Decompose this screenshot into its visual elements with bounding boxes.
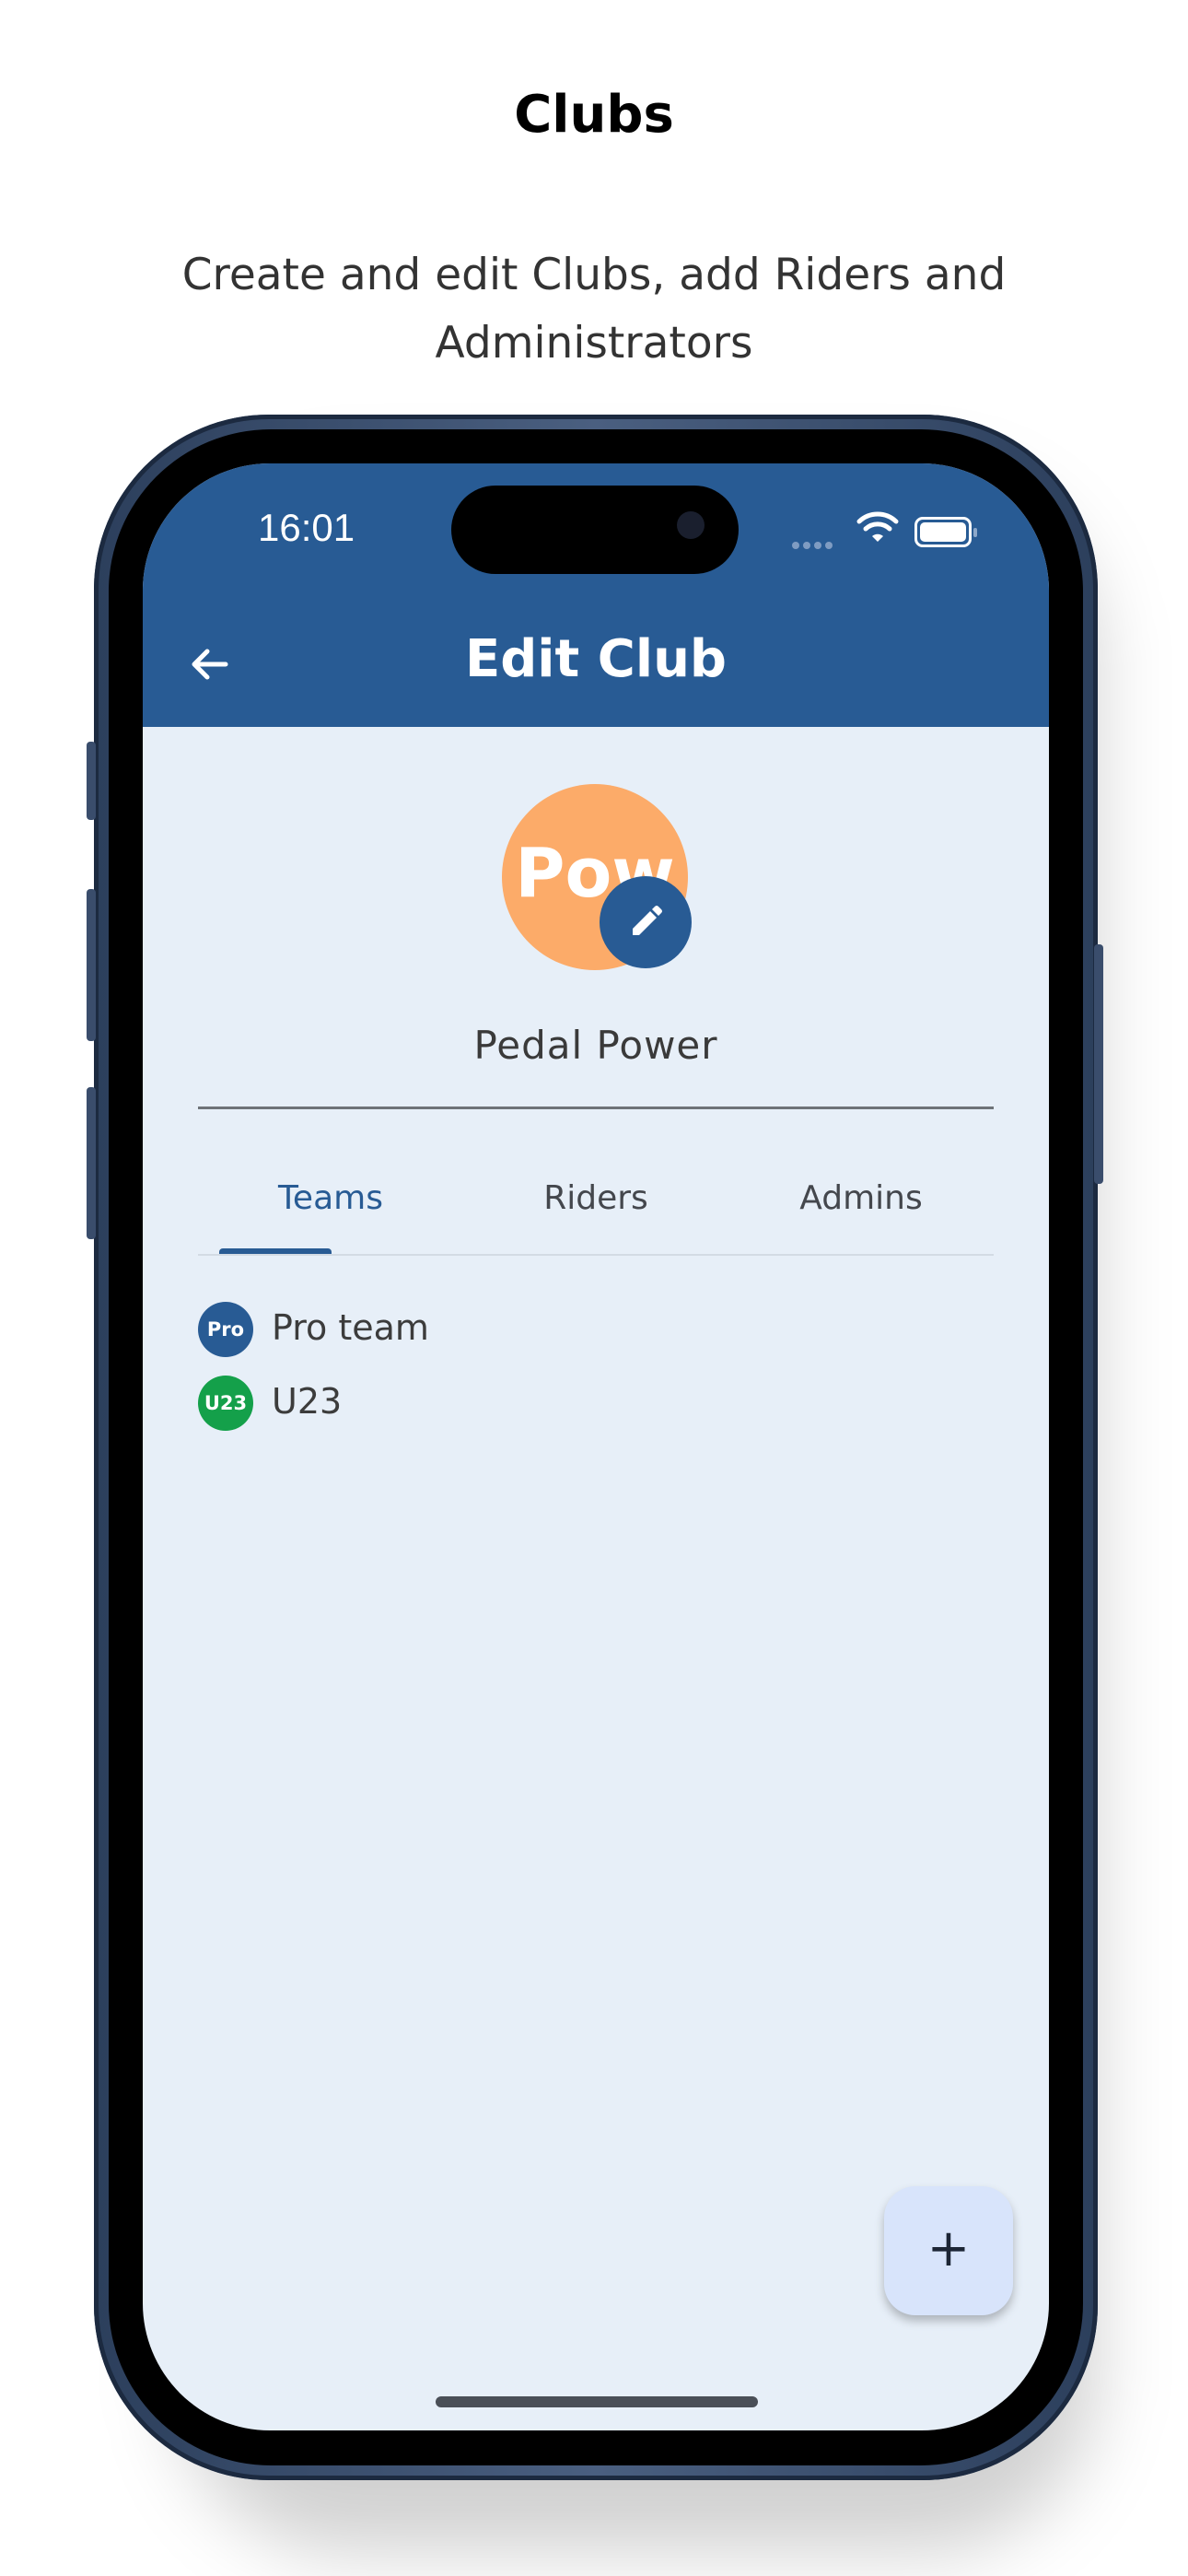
volume-down-button — [87, 1087, 96, 1239]
pencil-icon — [633, 906, 662, 935]
club-name-underline — [198, 1107, 994, 1109]
power-button — [1094, 944, 1103, 1184]
camera-icon — [677, 511, 705, 539]
tab-riders[interactable]: Riders — [463, 1145, 728, 1256]
plus-icon: + — [926, 2219, 971, 2278]
list-item[interactable]: Pro Pro team — [198, 1302, 658, 1361]
battery-icon — [914, 517, 977, 547]
team-badge: Pro — [198, 1302, 253, 1357]
signal-icon — [792, 535, 836, 553]
page-subtitle: Create and edit Clubs, add Riders and Ad… — [181, 250, 1007, 369]
edit-avatar-button[interactable] — [600, 876, 692, 968]
team-badge: U23 — [198, 1376, 253, 1431]
action-button — [87, 742, 96, 820]
phone-screen: 16:01 Edit Club Pow Pedal Power Teams Ri… — [143, 463, 1049, 2430]
wifi-icon — [856, 511, 899, 542]
add-team-button[interactable]: + — [884, 2186, 1013, 2315]
volume-up-button — [87, 889, 96, 1041]
app-bar: 16:01 Edit Club — [143, 463, 1049, 727]
team-name: Pro team — [272, 1307, 429, 1348]
tab-teams[interactable]: Teams — [198, 1145, 463, 1256]
tab-divider — [198, 1254, 994, 1256]
list-item[interactable]: U23 U23 — [198, 1376, 658, 1434]
tab-bar: Teams Riders Admins — [198, 1145, 994, 1256]
status-time: 16:01 — [258, 506, 355, 549]
home-indicator[interactable] — [436, 2396, 758, 2407]
team-name: U23 — [272, 1381, 343, 1422]
tab-admins[interactable]: Admins — [728, 1145, 994, 1256]
page-title: Clubs — [514, 85, 674, 145]
app-bar-title: Edit Club — [464, 629, 728, 689]
club-name-field[interactable]: Pedal Power — [198, 1023, 994, 1068]
